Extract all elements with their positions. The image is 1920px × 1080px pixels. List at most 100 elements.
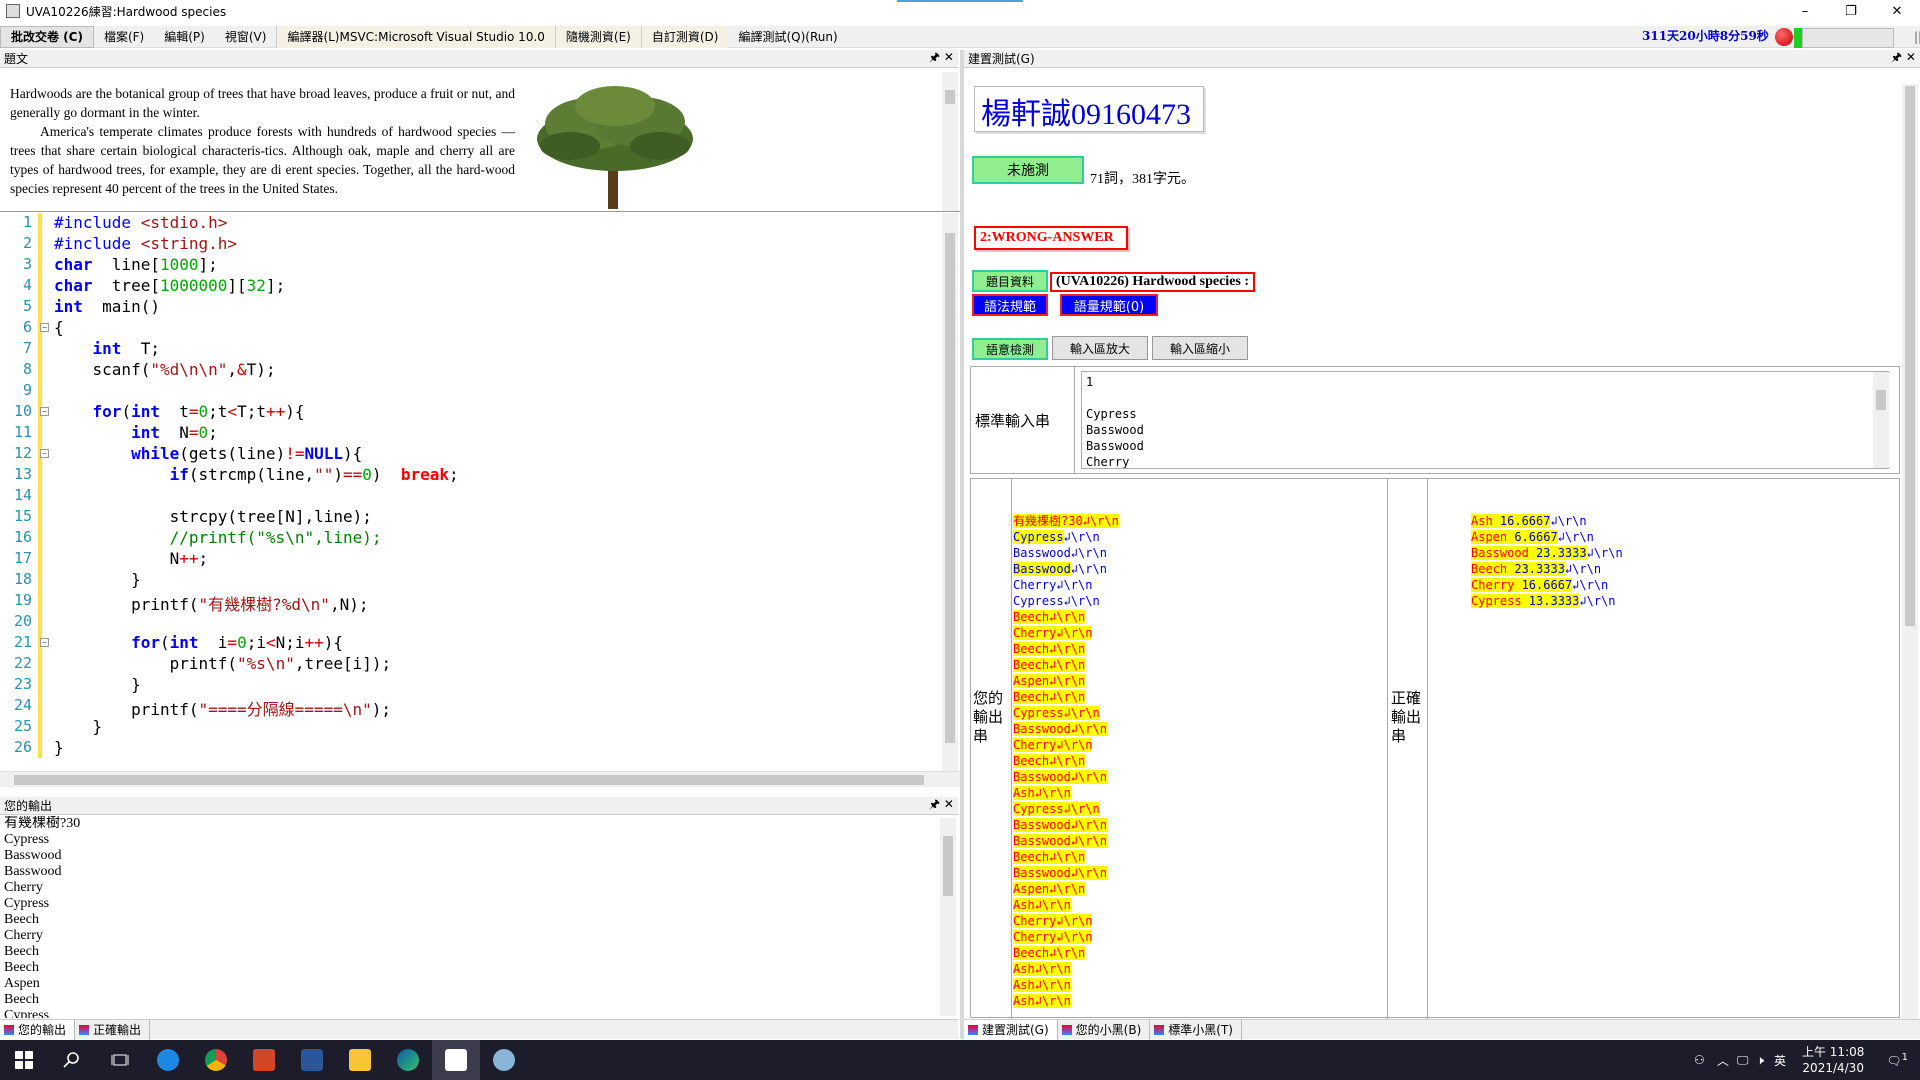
code-line[interactable]: int T; — [54, 339, 160, 360]
code-line[interactable]: int N=0; — [54, 423, 218, 444]
tab-standard-blackbox[interactable]: 標準小黑(T) — [1150, 1019, 1242, 1040]
ime-indicator[interactable]: 英 — [1768, 1052, 1792, 1069]
menu-submit[interactable]: 批改交卷 (C) — [0, 25, 94, 48]
word-icon — [301, 1049, 323, 1071]
code-line[interactable]: for(int t=0;t<T;t++){ — [54, 402, 305, 423]
menu-compile-run[interactable]: 編譯測試(Q)(Run) — [728, 26, 847, 48]
your-output-row: Cherry↲\r\n — [1013, 578, 1093, 592]
code-line[interactable]: } — [54, 717, 103, 738]
status-button[interactable]: 未施測 — [972, 156, 1084, 184]
menu-random-data[interactable]: 隨機測資(E) — [554, 25, 641, 48]
code-line[interactable]: char tree[1000000][32]; — [54, 276, 285, 297]
network-icon[interactable]: 🖵 — [1733, 1053, 1753, 1068]
output-line: Beech — [4, 944, 39, 959]
menu-compiler[interactable]: 編譯器(L)MSVC:Microsoft Visual Studio 10.0 — [276, 25, 555, 48]
syntax-rules-button[interactable]: 語法規範 — [972, 294, 1048, 316]
menu-file[interactable]: 檔案(F) — [94, 26, 154, 48]
output-line: Beech — [4, 912, 39, 927]
editor-hscrollbar[interactable] — [0, 771, 960, 787]
toolbar-grip: || — [1914, 30, 1920, 44]
right-scrollbar[interactable] — [1902, 84, 1918, 1019]
menu-edit[interactable]: 編輯(P) — [154, 26, 215, 48]
taskbar-explorer[interactable] — [336, 1040, 384, 1080]
start-button[interactable] — [0, 1040, 48, 1080]
line-number: 8 — [22, 360, 32, 378]
stdin-scrollbar[interactable] — [1873, 372, 1889, 468]
taskbar-ie[interactable] — [144, 1040, 192, 1080]
input-zoom-out-button[interactable]: 輸入區縮小 — [1152, 336, 1248, 360]
taskbar-paint[interactable] — [480, 1040, 528, 1080]
tree-image — [537, 86, 693, 209]
tab-your-output[interactable]: 您的輸出 — [0, 1019, 76, 1040]
problem-panel-title: 題文 — [4, 52, 29, 66]
code-line[interactable]: char line[1000]; — [54, 255, 218, 276]
code-line[interactable]: #include <stdio.h> — [54, 213, 227, 234]
problem-data-button[interactable]: 題目資料 — [972, 270, 1048, 292]
fold-toggle-icon[interactable]: − — [40, 449, 49, 458]
code-app-icon — [445, 1049, 467, 1071]
code-line[interactable]: strcpy(tree[N],line); — [54, 507, 372, 528]
your-output-row: Basswood↲\r\n — [1013, 722, 1107, 736]
your-output-row: Cherry↲\r\n — [1013, 914, 1093, 928]
line-number: 15 — [13, 507, 32, 525]
code-line[interactable]: int main() — [54, 297, 160, 318]
tab-correct-output[interactable]: 正確輸出 — [75, 1019, 151, 1040]
chevron-up-icon[interactable]: ︿ — [1713, 1052, 1733, 1069]
people-icon[interactable]: ⚇ — [1686, 1053, 1713, 1067]
output-line: Cypress — [4, 1008, 50, 1018]
fold-toggle-icon[interactable]: − — [40, 407, 49, 416]
window-title: UVA10226練習:Hardwood species — [26, 4, 227, 19]
code-line[interactable]: printf("有幾棵樹?%d\n",N); — [54, 591, 368, 614]
code-line[interactable]: #include <string.h> — [54, 234, 237, 255]
your-output-row: Cypress↲\r\n — [1013, 706, 1100, 720]
fold-toggle-icon[interactable]: − — [40, 638, 49, 647]
notification-icon[interactable]: 🗨1 — [1874, 1052, 1920, 1068]
pin-close-icons[interactable]: 🖈 ✕ — [929, 48, 954, 69]
code-line[interactable]: scanf("%d\n\n",&T); — [54, 360, 276, 381]
semantic-check-button[interactable]: 語意檢測 — [972, 338, 1048, 360]
restore-button[interactable]: ❐ — [1828, 0, 1874, 22]
output-pin-close-icons[interactable]: 🖈 ✕ — [929, 795, 954, 816]
code-line[interactable]: } — [54, 675, 141, 696]
right-bottom-tabs: 建置測試(G) 您的小黑(B) 標準小黑(T) — [964, 1019, 1920, 1040]
taskbar-powerpoint[interactable] — [240, 1040, 288, 1080]
fold-toggle-icon[interactable]: − — [40, 323, 49, 332]
code-line[interactable]: { — [54, 318, 64, 339]
code-line[interactable]: for(int i=0;i<N;i++){ — [54, 633, 343, 654]
tab-build-test[interactable]: 建置測試(G) — [964, 1019, 1058, 1040]
volume-icon[interactable]: 🕨 — [1752, 1053, 1768, 1068]
editor-vscrollbar[interactable] — [942, 213, 958, 771]
your-output-row: Ash↲\r\n — [1013, 962, 1071, 976]
input-zoom-in-button[interactable]: 輸入區放大 — [1052, 336, 1148, 360]
taskbar-edge[interactable] — [384, 1040, 432, 1080]
taskbar-word[interactable] — [288, 1040, 336, 1080]
code-line[interactable]: while(gets(line)!=NULL){ — [54, 444, 362, 465]
clock[interactable]: 上午 11:08 2021/4/30 — [1792, 1044, 1874, 1076]
standard-input-box[interactable]: 1 Cypress Basswood Basswood Cherry — [1081, 371, 1889, 469]
code-line[interactable]: N++; — [54, 549, 209, 570]
taskbar-chrome[interactable] — [192, 1040, 240, 1080]
minimize-button[interactable]: – — [1782, 0, 1828, 22]
taskbar-code-app[interactable] — [432, 1040, 480, 1080]
code-line[interactable]: //printf("%s\n",line); — [54, 528, 382, 549]
code-line[interactable]: printf("%s\n",tree[i]); — [54, 654, 392, 675]
problem-panel-header: 題文 🖈 ✕ — [0, 50, 958, 68]
code-line[interactable]: printf("====分隔線=====\n"); — [54, 696, 391, 719]
your-output-row: Beech↲\r\n — [1013, 850, 1086, 864]
output-scrollbar[interactable] — [940, 818, 956, 1016]
close-button[interactable]: ✕ — [1874, 0, 1920, 22]
your-output-row: 有幾棵樹?30↲\r\n — [1013, 514, 1119, 528]
search-button[interactable] — [48, 1040, 96, 1080]
code-editor[interactable]: 1 2 3 4 5 6 7 8 9 10 11 12 13 14 15 16 17 18 19 20 21 22 23 24 2… — [0, 213, 960, 787]
code-line[interactable]: } — [54, 738, 64, 759]
tab-your-blackbox[interactable]: 您的小黑(B) — [1058, 1019, 1151, 1040]
problem-scrollbar[interactable] — [942, 72, 958, 211]
task-view-button[interactable] — [96, 1040, 144, 1080]
windows-icon — [15, 1051, 33, 1069]
quantity-rules-button[interactable]: 語量規範(0) — [1060, 294, 1158, 316]
code-line[interactable]: if(strcmp(line,"")==0) break; — [54, 465, 459, 486]
menu-view[interactable]: 視窗(V) — [215, 26, 277, 48]
code-line[interactable]: } — [54, 570, 141, 591]
menu-custom-data[interactable]: 自訂測資(D) — [640, 25, 729, 48]
title-bar: UVA10226練習:Hardwood species – ❐ ✕ — [0, 0, 1920, 22]
